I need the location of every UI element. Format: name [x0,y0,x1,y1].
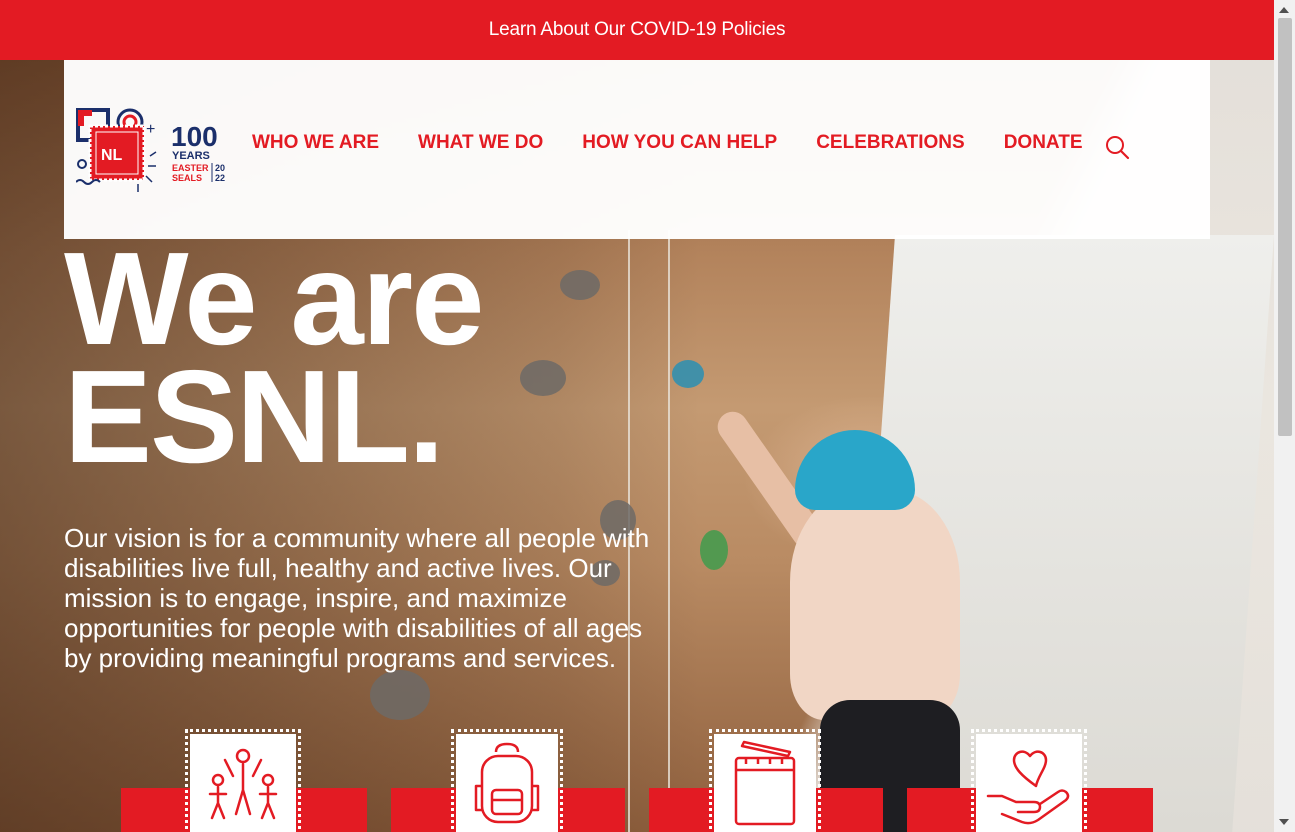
page-scrollbar[interactable] [1274,0,1295,832]
hero-headline: We are ESNL. [64,225,484,490]
rope [668,230,670,832]
nav-donate[interactable]: DONATE [1004,132,1083,154]
easter-seals-logo[interactable]: + NL 100 YEARS EASTER SEALS 20 22 [75,106,232,194]
site-header: + NL 100 YEARS EASTER SEALS 20 22 WHO WE… [64,60,1210,239]
backpack-icon [474,742,540,824]
heart-hand-icon [986,750,1070,825]
hero-headline-line2: ESNL. [64,343,445,490]
svg-text:+: + [146,121,155,138]
main-nav: WHO WE ARE WHAT WE DO HOW YOU CAN HELP C… [252,132,1122,154]
search-button[interactable] [1104,134,1132,162]
vision-statement: Our vision is for a community where all … [64,523,650,673]
logo-years-number: 100 [171,121,218,152]
scroll-thumb[interactable] [1278,18,1292,436]
covid-policies-banner[interactable]: Learn About Our COVID-19 Policies [0,0,1274,60]
logo-badge-text: NL [101,147,123,164]
scroll-up-arrow[interactable] [1279,7,1289,13]
hero-headline-line1: We are [64,225,484,372]
search-icon [1106,136,1130,160]
logo-year-top: 20 [215,163,225,173]
people-icon [208,748,278,820]
climbing-hold [672,360,704,388]
logo-easter: EASTER [172,163,209,173]
nav-celebrations[interactable]: CELEBRATIONS [816,132,964,154]
logo-year-bottom: 22 [215,173,225,183]
climber-body [790,490,960,720]
heart-hand-stamp[interactable] [971,729,1087,832]
people-stamp[interactable] [185,729,301,832]
climbing-hold [700,530,728,570]
notepad-icon [734,740,796,826]
climbing-hold [370,670,430,720]
nav-what-we-do[interactable]: WHAT WE DO [418,132,543,154]
nav-how-you-can-help[interactable]: HOW YOU CAN HELP [582,132,777,154]
logo-seals: SEALS [172,173,202,183]
nav-who-we-are[interactable]: WHO WE ARE [252,132,379,154]
logo-graphic: + NL 100 YEARS EASTER SEALS 20 22 [75,108,225,192]
scroll-down-arrow[interactable] [1279,819,1289,825]
climbing-hold [560,270,600,300]
backpack-stamp[interactable] [451,729,563,832]
notepad-stamp[interactable] [709,729,821,832]
climbing-hold [520,360,566,396]
logo-years-word: YEARS [172,150,210,162]
covid-policies-link[interactable]: Learn About Our COVID-19 Policies [489,19,786,41]
